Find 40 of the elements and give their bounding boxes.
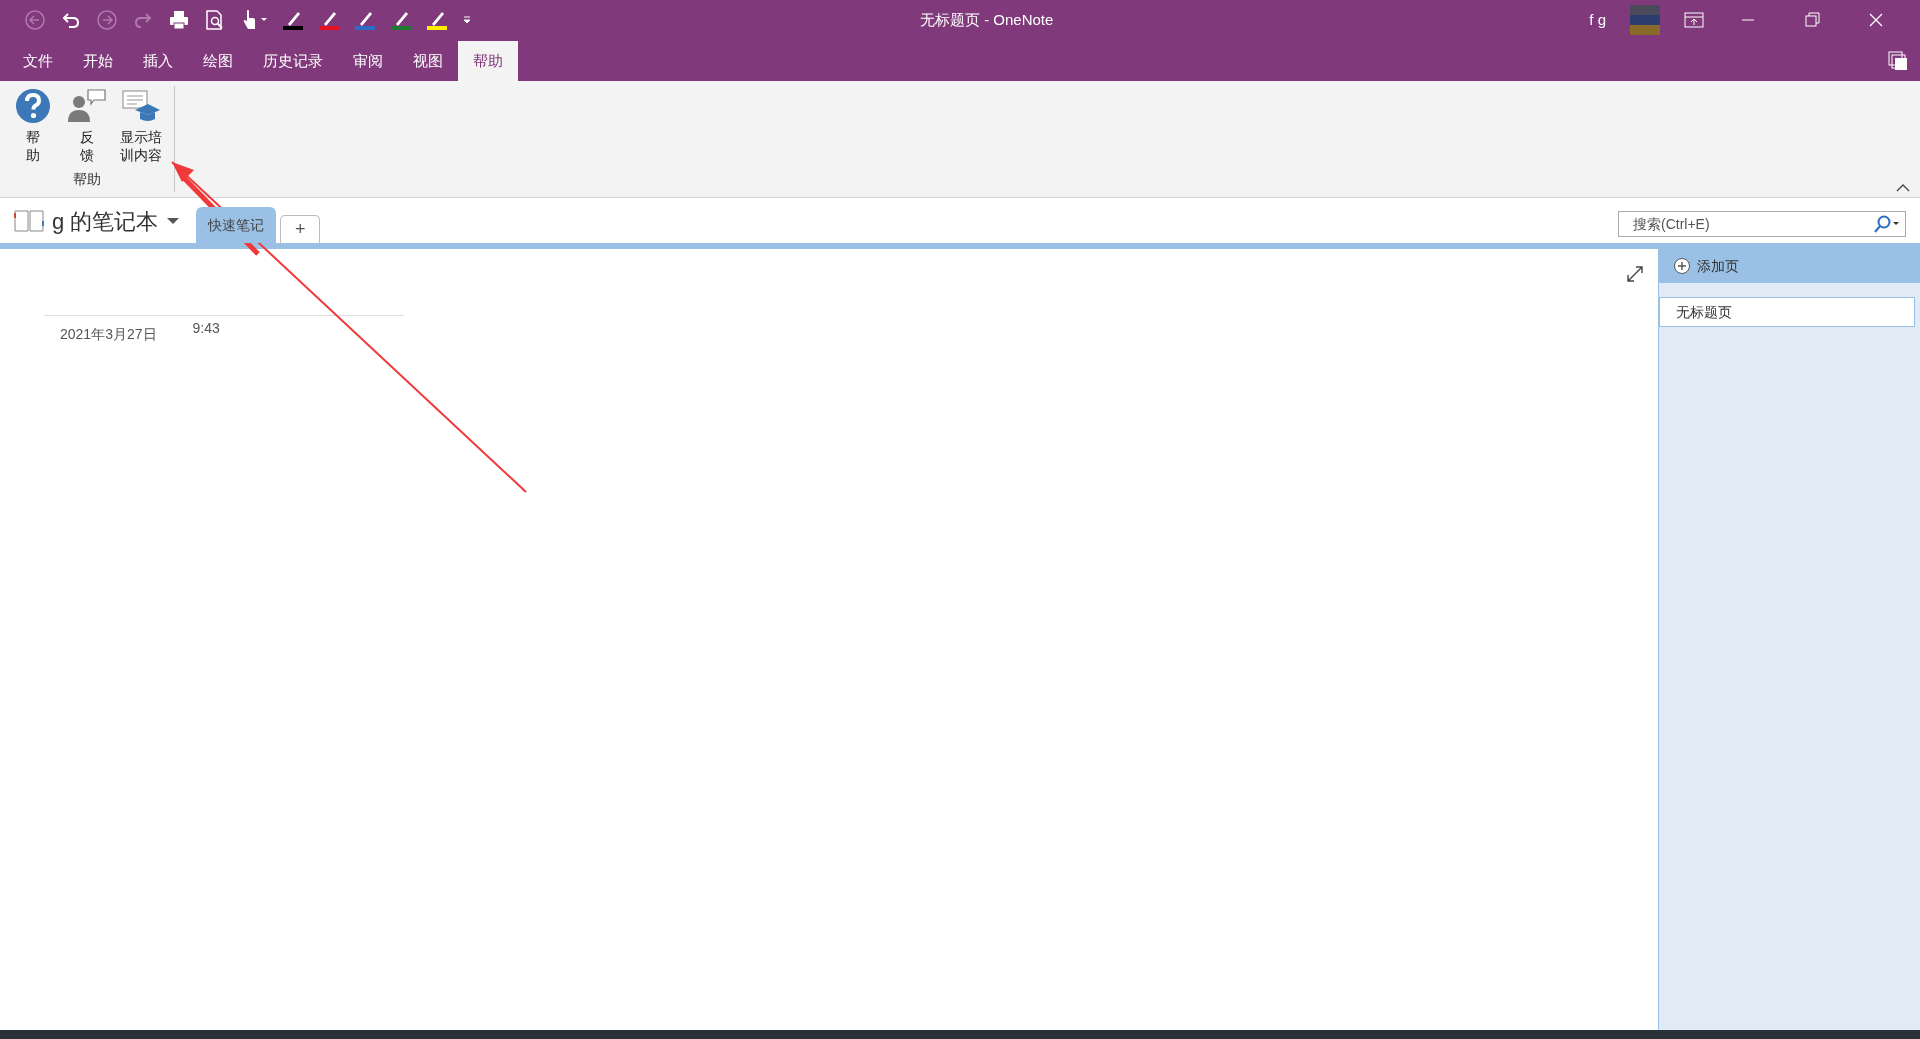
pen-icon[interactable] — [390, 9, 412, 31]
plus-circle-icon — [1673, 257, 1691, 275]
add-section-tab[interactable]: + — [280, 215, 321, 243]
printer-icon[interactable] — [168, 9, 190, 31]
ribbon-tab[interactable]: 文件 — [8, 41, 68, 81]
ribbon-button[interactable]: 显示培训内容 — [116, 86, 166, 164]
page-time: 9:43 — [192, 319, 220, 338]
dropdown-icon[interactable] — [166, 216, 181, 226]
notebook-name[interactable]: g 的笔记本 — [52, 204, 159, 238]
notifications-icon[interactable] — [1888, 51, 1908, 71]
ribbon-tab[interactable]: 历史记录 — [248, 41, 338, 81]
ribbon-tab[interactable]: 视图 — [398, 41, 458, 81]
user-name[interactable]: f g — [1589, 8, 1606, 32]
search-icon[interactable] — [1874, 215, 1900, 233]
pen-icon[interactable] — [318, 9, 340, 31]
window-title: 无标题页 - OneNote — [919, 9, 1054, 30]
collapse-ribbon-icon[interactable] — [1896, 183, 1910, 193]
search-field[interactable]: 搜索(Ctrl+E) — [1618, 211, 1906, 237]
group-label: 帮助 — [72, 170, 102, 189]
section-tab[interactable]: 快速笔记 — [196, 207, 277, 243]
page-date: 2021年3月27日 — [60, 325, 157, 344]
ribbon-tab[interactable]: 审阅 — [338, 41, 398, 81]
customize-toolbar-icon[interactable] — [462, 15, 472, 25]
expand-icon[interactable] — [1626, 265, 1644, 283]
ribbon-tab[interactable]: 插入 — [128, 41, 188, 81]
add-page-button[interactable]: 添加页 — [1659, 249, 1920, 283]
ribbon-display-icon[interactable] — [1684, 12, 1704, 28]
question-icon — [15, 88, 51, 124]
ribbon-tab[interactable]: 开始 — [68, 41, 128, 81]
ribbon-button[interactable]: 帮助 — [8, 86, 58, 164]
graduation-cap-icon — [121, 88, 161, 124]
pen-icon[interactable] — [282, 9, 304, 31]
notebook-icon — [14, 209, 44, 233]
ribbon-tab[interactable]: 绘图 — [188, 41, 248, 81]
pen-icon[interactable] — [354, 9, 376, 31]
pen-icon[interactable] — [426, 9, 448, 31]
page-item[interactable]: 无标题页 — [1659, 297, 1915, 327]
person-speech-icon — [67, 88, 107, 124]
ribbon-button[interactable]: 反馈 — [62, 86, 112, 164]
ribbon-tab[interactable]: 帮助 — [458, 41, 518, 81]
